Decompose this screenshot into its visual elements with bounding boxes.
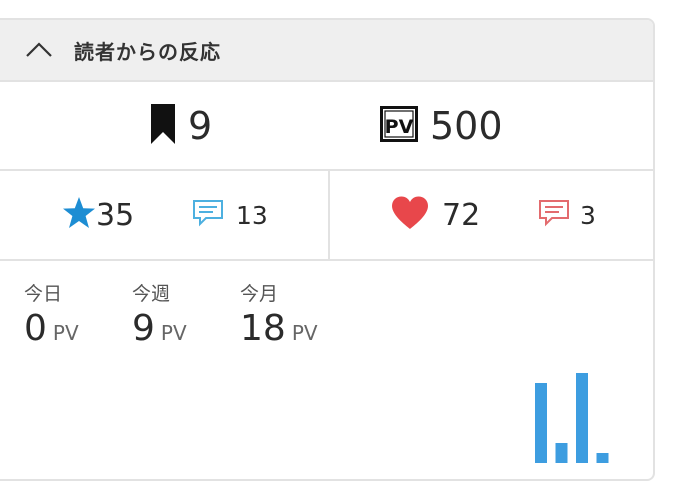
bookmark-total[interactable]: 9	[150, 82, 212, 169]
pv-badge-text: PV	[385, 116, 414, 138]
chevron-up-icon[interactable]	[24, 40, 54, 60]
pv-bar[interactable]	[576, 373, 588, 463]
panel-header[interactable]: 読者からの反応	[0, 20, 653, 82]
comment-icon	[192, 199, 224, 231]
like-total[interactable]: 72	[390, 171, 480, 259]
pv-count: 500	[430, 103, 503, 148]
star-total[interactable]: 35	[62, 171, 134, 259]
comment-icon	[538, 199, 570, 231]
star-icon	[62, 196, 96, 234]
pv-today: 今日 0 PV	[24, 281, 79, 357]
pv-month-value: 18	[240, 308, 286, 349]
pv-bar[interactable]	[596, 453, 609, 463]
pv-bar[interactable]	[555, 443, 568, 463]
like-comments[interactable]: 3	[538, 171, 596, 259]
pv-week: 今週 9 PV	[132, 281, 187, 357]
pv-month-label: 今月	[240, 283, 279, 305]
pv-total: PV 500	[380, 82, 503, 169]
heart-icon	[390, 195, 430, 235]
pv-bar[interactable]	[535, 383, 547, 463]
pv-month: 今月 18 PV	[240, 281, 318, 357]
pv-unit: PV	[291, 321, 318, 345]
panel-title: 読者からの反応	[74, 39, 221, 64]
star-comments[interactable]: 13	[192, 171, 268, 259]
pv-week-label: 今週	[132, 283, 171, 305]
pageview-section: 今日 0 PV 今週 9 PV 今月 18 PV	[0, 261, 653, 479]
star-count: 35	[96, 197, 135, 233]
bookmark-count: 9	[188, 103, 213, 148]
pv-today-label: 今日	[24, 283, 63, 305]
reader-reactions-panel: 読者からの反応 9 PV 500 35 13 72 3 今日 0 PV 今週 9…	[0, 18, 655, 481]
pv-week-value: 9	[132, 308, 155, 349]
like-comment-count: 3	[580, 200, 596, 230]
pv-badge-icon: PV	[380, 105, 418, 146]
pv-today-value: 0	[24, 308, 47, 349]
totals-row: 9 PV 500	[0, 82, 653, 171]
pv-bar-chart[interactable]	[530, 367, 620, 463]
bookmark-icon	[150, 103, 176, 148]
star-comment-count: 13	[236, 200, 268, 230]
like-count: 72	[442, 197, 481, 233]
pv-unit: PV	[52, 321, 79, 345]
pv-unit: PV	[160, 321, 187, 345]
reactions-row: 35 13 72 3	[0, 171, 653, 261]
reactions-divider	[328, 171, 330, 259]
